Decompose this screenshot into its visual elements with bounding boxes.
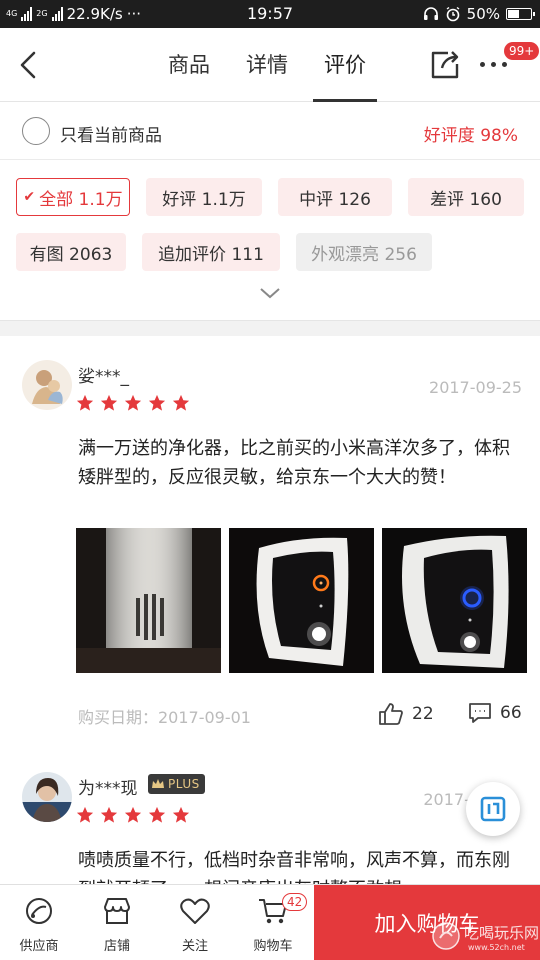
watermark-text: 吃喝玩乐网 (464, 924, 538, 942)
tab-product[interactable]: 商品 (150, 28, 228, 102)
follow-label: 关注 (181, 939, 208, 954)
store-icon (104, 898, 130, 924)
store-button[interactable]: 店铺 (78, 885, 156, 960)
review-photo[interactable] (76, 528, 221, 673)
review-item: 娑***_ 2017-09-25 满一万送的净化器，比之前买的小米高洋次多了，体… (0, 336, 540, 748)
review-photo[interactable] (229, 528, 374, 673)
chip-tag-appearance[interactable]: 外观漂亮 256 (296, 233, 432, 271)
heart-icon (180, 898, 210, 924)
comment-icon (469, 703, 491, 723)
more-icon (480, 62, 507, 67)
review-text: 满一万送的净化器，比之前买的小米高洋次多了，体积矮胖型的，反应很灵敏，给京东一个… (78, 438, 510, 488)
avatar[interactable] (22, 360, 72, 410)
alarm-icon (446, 6, 460, 22)
like-count: 22 (412, 704, 434, 724)
good-rate: 好评度 98% (423, 126, 518, 146)
star-icon (172, 394, 190, 411)
crown-icon (152, 779, 164, 788)
supplier-button[interactable]: 供应商 (0, 885, 78, 960)
avatar-image (22, 360, 72, 410)
cart-count-badge: 42 (282, 893, 308, 911)
reviewer-name: 为***现 (78, 779, 138, 799)
star-icon (76, 806, 94, 823)
chip-neutral[interactable]: 中评 126 (278, 178, 392, 216)
chip-positive[interactable]: 好评 1.1万 (146, 178, 262, 216)
chip-label: 追加评价 111 (158, 244, 264, 265)
status-bar: 4G 2G 22.9K/s ··· 19:57 50% (0, 0, 540, 28)
chevron-down-icon (260, 288, 280, 299)
chip-negative[interactable]: 差评 160 (408, 178, 524, 216)
expand-chips-button[interactable] (258, 284, 282, 302)
customer-service-float-button[interactable] (466, 782, 520, 836)
photo-purifier-front (76, 528, 221, 673)
status-right: 50% (423, 0, 535, 28)
chip-with-photos[interactable]: 有图 2063 (16, 233, 126, 271)
chevron-left-icon (20, 51, 36, 79)
star-icon (124, 394, 142, 411)
reply-button[interactable]: 66 (468, 702, 522, 724)
tab-details[interactable]: 详情 (228, 28, 306, 102)
chip-followup[interactable]: 追加评价 111 (142, 233, 280, 271)
only-current-radio[interactable] (22, 117, 50, 145)
site-watermark-logo: 吃喝玩乐网 www.52ch.net (432, 922, 538, 952)
star-icon (100, 806, 118, 823)
only-current-label[interactable]: 只看当前商品 (60, 121, 162, 146)
review-filter-chips: ✔ 全部 1.1万 好评 1.1万 中评 126 差评 160 有图 2063 追… (0, 160, 540, 320)
chip-label: 好评 1.1万 (162, 189, 246, 210)
star-icon (100, 394, 118, 411)
message-badge: 99+ (504, 42, 540, 60)
star-rating (76, 394, 190, 412)
chip-label: 有图 2063 (29, 244, 113, 265)
purchase-date: 购买日期：2017-09-01 (78, 708, 251, 727)
watermark-url: www.52ch.net (468, 943, 525, 952)
plus-label: PLUS (168, 777, 200, 791)
app-root: 4G 2G 22.9K/s ··· 19:57 50% 商品 详情 评价 99+… (0, 0, 540, 960)
star-icon (172, 806, 190, 823)
star-icon (124, 806, 142, 823)
star-rating (76, 806, 190, 824)
avatar[interactable] (22, 772, 72, 822)
star-icon (76, 394, 94, 411)
battery-percent: 50% (466, 5, 500, 23)
supplier-label: 供应商 (19, 939, 59, 954)
review-text: 啧啧质量不行，低档时杂音非常响，风声不算，而东刚到就开顿了……想门音康出灰时整不… (78, 850, 510, 884)
follow-button[interactable]: 关注 (156, 885, 234, 960)
tab-reviews[interactable]: 评价 (306, 28, 384, 102)
chip-all[interactable]: ✔ 全部 1.1万 (16, 178, 130, 216)
store-label: 店铺 (103, 939, 130, 954)
chip-label: 中评 126 (299, 189, 371, 210)
thumbs-up-icon (379, 703, 403, 725)
photo-purifier-blue-light (382, 528, 527, 673)
review-date: 2017-09-25 (429, 378, 522, 397)
headset-icon (423, 7, 438, 20)
battery-icon (506, 8, 535, 20)
chip-label: 差评 160 (430, 189, 502, 210)
avatar-image (22, 772, 72, 822)
top-nav: 商品 详情 评价 99+ (0, 28, 540, 102)
chat-support-icon (480, 796, 506, 822)
star-icon (148, 806, 166, 823)
reviewer-name: 娑***_ (78, 367, 129, 387)
like-button[interactable]: 22 (378, 702, 434, 726)
cart-label: 购物车 (253, 939, 293, 954)
product-tabs: 商品 详情 评价 (150, 28, 384, 102)
review-photo[interactable] (382, 528, 527, 673)
share-button[interactable] (428, 48, 462, 82)
supplier-icon (26, 898, 52, 924)
section-divider (0, 320, 540, 336)
share-icon (431, 51, 459, 79)
review-item: 为***现 PLUS 2017-09- 啧啧质量不行，低档时杂音非常响，风声不算… (0, 748, 540, 884)
review-photos (76, 528, 527, 673)
filter-row: 只看当前商品 好评度 98% (0, 102, 540, 160)
check-icon: ✔ (23, 189, 36, 205)
back-button[interactable] (14, 48, 46, 82)
chip-label: 外观漂亮 256 (311, 244, 417, 265)
reply-count: 66 (500, 703, 522, 723)
battery-fill (508, 10, 519, 18)
chip-label: 全部 1.1万 (39, 189, 123, 210)
star-icon (148, 394, 166, 411)
plus-member-badge: PLUS (148, 774, 205, 794)
photo-purifier-orange-light (229, 528, 374, 673)
